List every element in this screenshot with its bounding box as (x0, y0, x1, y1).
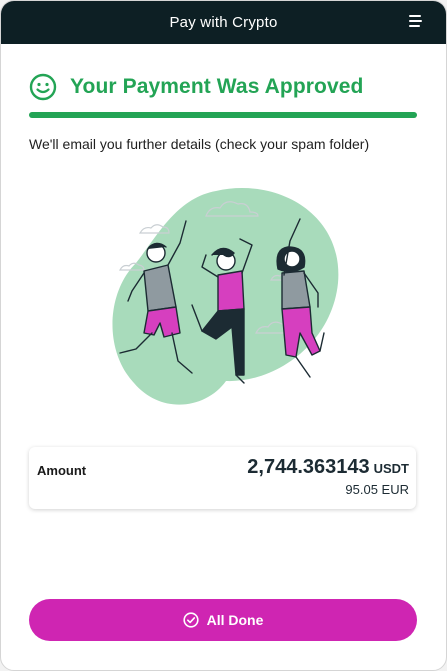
app-header: Pay with Crypto (1, 1, 446, 44)
smile-icon (29, 73, 57, 101)
crypto-amount-value: 2,744.363143 (247, 456, 370, 478)
crypto-currency: USDT (373, 461, 409, 476)
status-row: Your Payment Was Approved (29, 73, 363, 101)
hamburger-menu-icon[interactable] (409, 15, 423, 27)
status-message: We'll email you further details (check y… (29, 136, 370, 152)
check-circle-icon (183, 612, 199, 628)
progress-bar-fill (29, 112, 417, 118)
celebrating-people-illustration (112, 188, 339, 405)
payment-window: Pay with Crypto Your Payment Was Approve… (0, 0, 447, 671)
all-done-label: All Done (206, 612, 264, 628)
amount-card: Amount 2,744.363143 USDT 95.05 EUR (29, 447, 416, 509)
header-title: Pay with Crypto (169, 14, 278, 31)
all-done-button[interactable]: All Done (29, 599, 417, 641)
amount-label: Amount (37, 463, 87, 478)
crypto-amount: 2,744.363143 USDT (247, 456, 409, 479)
fiat-amount: 95.05 EUR (345, 482, 409, 497)
progress-bar (29, 112, 417, 118)
status-title: Your Payment Was Approved (70, 75, 364, 98)
